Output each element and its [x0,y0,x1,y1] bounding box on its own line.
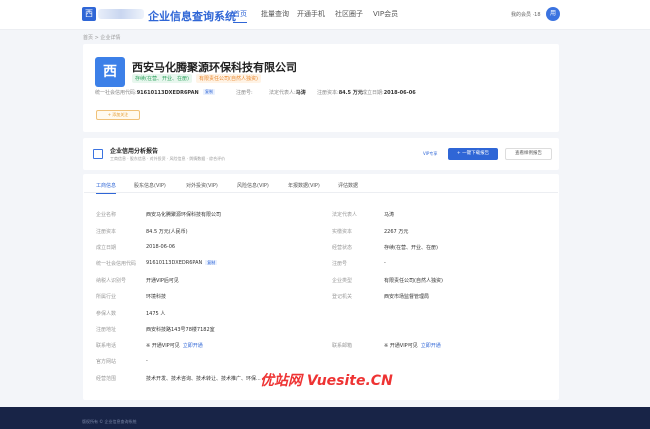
company-card [83,44,559,132]
field-label: 企业名称 [96,212,117,218]
nav-home[interactable]: 首页 [233,9,247,23]
company-name-value: 西安马化腾聚源环保科技有限公司 [146,212,222,218]
credit-code-label: 统一社会信用代码: [95,90,137,96]
logo-icon[interactable]: 西 [82,7,96,21]
field-label: 注册资本 [96,229,117,235]
legal-rep-field-value[interactable]: 马涛 [384,211,394,218]
company-name: 西安马化腾聚源环保科技有限公司 [132,61,297,74]
registration-authority-value: 西安市场监督管理局 [384,294,430,300]
field-label: 注册号 [332,261,348,267]
company-type-badge: 有限责任公司(自然人独资) [196,74,261,83]
brand-title[interactable]: 企业信息查询系统 [148,8,236,24]
address-value: 西安科技路143号78楼7182室 [146,327,215,333]
tab-divider [84,192,558,193]
founded-value: 2018-06-06 [383,90,416,96]
founded-label: 成立日期: [362,90,384,96]
footer: 版权所有 © 企业信息查询系统 [0,407,650,429]
nav-batch-query[interactable]: 批量查询 [261,9,289,19]
user-points[interactable]: 我的会员 ·18 [511,11,541,18]
field-label: 实缴资本 [332,229,353,235]
field-label: 统一社会信用代码 [96,261,137,267]
download-report-button[interactable]: + 一键下载报告 [448,148,498,160]
logo-image [98,9,144,19]
watermark-text: 优站网 Vuesite.CN [260,373,393,389]
field-label: 注册地址 [96,327,117,333]
phone-field: ※ 开通VIP可见 立即开通 [146,342,203,349]
open-vip-link[interactable]: 立即开通 [421,343,441,349]
paid-capital-value: 2267 万元 [384,229,409,235]
founded-date-value: 2018-06-06 [146,244,176,250]
credit-code-meta: 统一社会信用代码:91610113DXEDR6PAN [95,89,199,96]
sample-report-button[interactable]: 查看样例报告 [505,148,552,160]
field-label: 企业类型 [332,278,353,284]
reg-no-label: 注册号: [236,90,253,96]
industry-value: 环境科技 [146,294,167,300]
founded-meta: 成立日期:2018-06-06 [362,89,416,96]
field-label: 成立日期 [96,245,117,251]
tab-shareholders[interactable]: 股东信息(VIP) [134,182,166,189]
credit-code-field: 91610113DXEDR6PAN 复制 [146,260,218,266]
field-label: 官方网站 [96,359,117,365]
nav-vip[interactable]: VIP会员 [373,9,398,19]
business-scope-value: 技术开发、技术咨询、技术转让、技术推广、环保... [146,376,261,382]
breadcrumb[interactable]: 首页 > 企业详情 [83,34,120,41]
field-label: 纳税人识别号 [96,278,127,284]
capital-meta: 注册资本:84.5 万元 [317,89,363,96]
report-subtitle: 工商信息 · 股东信息 · 对外投资 · 风险信息 · 舆情数据 · 综合评价 [110,156,226,161]
copy-button[interactable]: 复制 [205,260,218,265]
copy-credit-code-button[interactable]: 复制 [203,89,215,95]
status-badge: 存续(在营、开业、在册) [132,74,192,83]
registered-capital-value: 84.5 万元(人民币) [146,229,188,235]
website-value: - [146,358,148,364]
field-label: 法定代表人 [332,212,358,218]
field-label: 联系邮箱 [332,343,353,349]
email-field: ※ 开通VIP可见 立即开通 [384,342,441,349]
legal-rep-label: 法定代表人: [269,90,296,96]
capital-value: 84.5 万元 [338,90,363,96]
capital-label: 注册资本: [317,90,339,96]
credit-code-field-value: 91610113DXEDR6PAN [146,260,203,266]
taxpayer-id-value: 开通VIP后可见 [146,278,179,284]
report-title: 企业信用分析报告 [110,148,159,155]
legal-rep-value: 马涛 [295,90,306,96]
field-label: 联系电话 [96,343,117,349]
nav-community[interactable]: 社区圈子 [335,9,363,19]
field-label: 经营范围 [96,376,117,382]
footer-text: 版权所有 © 企业信息查询系统 [82,419,137,424]
tab-investments[interactable]: 对外投资(VIP) [186,182,218,189]
company-type-value: 有限责任公司(自然人独资) [384,278,443,284]
legal-rep-meta: 法定代表人:马涛 [269,89,306,96]
tab-assessment[interactable]: 评估数据 [338,182,358,189]
report-icon [93,149,103,159]
company-logo-icon: 西 [95,57,125,87]
operating-status-value: 存续(在营、开业、在册) [384,245,438,251]
tab-annual-report[interactable]: 年报数据(VIP) [288,182,320,189]
email-value: ※ 开通VIP可见 [384,343,418,349]
credit-code-value: 91610113DXEDR6PAN [136,90,199,96]
field-label: 参保人数 [96,311,117,317]
nav-mobile[interactable]: 开通手机 [297,9,325,19]
reg-no-value: - [384,260,386,266]
top-bar: 西 企业信息查询系统 首页 批量查询 开通手机 社区圈子 VIP会员 我的会员 … [0,0,650,30]
insured-count-value: 1475 人 [146,311,166,317]
field-label: 经营状态 [332,245,353,251]
field-label: 所属行业 [96,294,117,300]
phone-value: ※ 开通VIP可见 [146,343,180,349]
avatar[interactable]: 用 [546,7,560,21]
follow-button[interactable]: + 添加关注 [96,110,140,120]
field-label: 登记机关 [332,294,353,300]
tab-risk[interactable]: 风险信息(VIP) [237,182,269,189]
info-card [83,174,559,400]
open-vip-link[interactable]: 立即开通 [183,343,203,349]
vip-share-label: VIP专享 [423,151,438,156]
